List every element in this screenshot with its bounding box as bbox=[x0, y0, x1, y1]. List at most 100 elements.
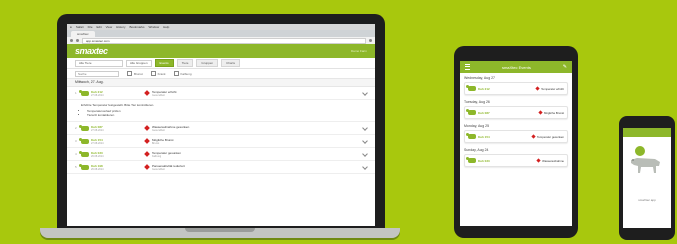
event-row[interactable]: 3 Kuh 154 27.08.2014 Mögliche Brunst Bruns… bbox=[67, 135, 375, 148]
hamburger-menu-icon[interactable] bbox=[465, 64, 470, 70]
farm-selector[interactable]: Demo Farm bbox=[351, 49, 367, 53]
tab-charts[interactable]: Charts bbox=[221, 59, 240, 67]
alert-icon bbox=[536, 158, 541, 163]
tablet-day-group: Wednesday, Aug 27 Kuh 212 Temperatur erh… bbox=[460, 73, 572, 97]
alert-icon bbox=[538, 110, 543, 115]
edit-icon[interactable]: ✎ bbox=[563, 64, 567, 70]
event-date: 26.08.2014 bbox=[91, 167, 104, 171]
animal-name: Kuh 087 bbox=[478, 110, 490, 115]
event-animal: Kuh 212 27.08.2014 bbox=[79, 89, 145, 97]
checkbox-icon[interactable] bbox=[127, 71, 132, 76]
alert-category: Brunst bbox=[152, 141, 160, 145]
app-toolbar: Alle Tiere Alle Gruppen Events Tiere Gru… bbox=[67, 58, 375, 69]
menubar-item[interactable]: View bbox=[106, 25, 112, 29]
cow-icon bbox=[466, 109, 476, 115]
alert-title: Temperatur erhöht bbox=[541, 86, 564, 91]
alert-category: Gesundheit bbox=[152, 167, 165, 171]
tablet-day-group: Sunday, Aug 24 Kuh 033 Wasseraufnahme bbox=[460, 145, 572, 169]
event-animal: Kuh 154 27.08.2014 bbox=[79, 137, 145, 145]
menubar-item[interactable]: File bbox=[88, 25, 93, 29]
menubar-item[interactable]: Window bbox=[148, 25, 159, 29]
cow-icon bbox=[79, 89, 89, 96]
menubar-item[interactable]: History bbox=[116, 25, 125, 29]
filter-bar: Suche Brunst Krank Kalbung bbox=[67, 69, 375, 78]
event-animal: Kuh 033 26.08.2014 bbox=[79, 150, 145, 158]
event-row[interactable]: 2 Kuh 087 27.08.2014 Wasseraufnahme gesun… bbox=[67, 122, 375, 135]
address-bar[interactable]: app.smaxtec.com bbox=[82, 37, 366, 44]
event-card[interactable]: Kuh 154 Temperatur gesunken bbox=[464, 130, 568, 143]
event-alert: Wasseraufnahme gesunken Gesundheit bbox=[144, 125, 367, 132]
event-alert: Temperatur erhöht Gesundheit bbox=[144, 90, 367, 97]
event-row[interactable]: 5 Kuh 198 26.08.2014 Pansenaktivität redu… bbox=[67, 161, 375, 174]
tablet-appbar: smaXtec Events ✎ bbox=[460, 61, 572, 73]
cow-icon bbox=[466, 157, 476, 163]
forward-icon[interactable] bbox=[76, 39, 79, 42]
animal-name: Kuh 212 bbox=[478, 86, 490, 91]
event-animal: Kuh 198 26.08.2014 bbox=[79, 163, 145, 171]
menubar-item[interactable]: Edit bbox=[97, 25, 102, 29]
app-header: smaxtec Demo Farm bbox=[67, 44, 375, 58]
event-date: 27.08.2014 bbox=[91, 141, 104, 145]
browser-tab[interactable]: smaXtec bbox=[71, 31, 95, 37]
event-card[interactable]: Kuh 033 Wasseraufnahme bbox=[464, 154, 568, 167]
tablet-screen: smaXtec Events ✎ Wednesday, Aug 27 Kuh 2… bbox=[460, 56, 572, 226]
alert-icon bbox=[144, 138, 150, 144]
menu-icon[interactable] bbox=[369, 39, 372, 42]
alert-icon bbox=[144, 164, 150, 170]
phone-appbar bbox=[623, 128, 671, 137]
tablet-day-group: Tuesday, Aug 26 Kuh 087 Mögliche Brunst bbox=[460, 97, 572, 121]
animal-name: Kuh 154 bbox=[478, 134, 490, 139]
phone-screen: smaXtec app bbox=[623, 128, 671, 228]
day-heading: Sunday, Aug 24 bbox=[464, 148, 489, 152]
event-row[interactable]: 1 Kuh 212 27.08.2014 Temperatur erhöht Ges… bbox=[67, 87, 375, 100]
menubar-item[interactable]: Safari bbox=[76, 25, 84, 29]
back-icon[interactable] bbox=[70, 39, 73, 42]
alert-category: Gesundheit bbox=[152, 128, 165, 132]
event-date: 27.08.2014 bbox=[91, 93, 104, 97]
alert-icon bbox=[531, 134, 536, 139]
tab-groups[interactable]: Gruppen bbox=[196, 59, 219, 67]
event-row[interactable]: 4 Kuh 033 26.08.2014 Temperatur gesunken K… bbox=[67, 148, 375, 161]
cow-icon bbox=[79, 150, 89, 157]
tab-events[interactable]: Events bbox=[154, 59, 174, 67]
tablet-device: smaXtec Events ✎ Wednesday, Aug 27 Kuh 2… bbox=[454, 46, 578, 238]
cow-illustration-icon bbox=[631, 158, 660, 173]
filter-option[interactable]: Kalbung bbox=[173, 71, 192, 76]
day-heading: Monday, Aug 25 bbox=[464, 124, 490, 128]
tab-animals[interactable]: Tiere bbox=[176, 59, 194, 67]
event-alert: Pansenaktivität reduziert Gesundheit bbox=[144, 164, 367, 171]
cow-icon bbox=[466, 133, 476, 139]
browser-toolbar: app.smaxtec.com bbox=[67, 37, 375, 44]
day-heading: Tuesday, Aug 26 bbox=[464, 100, 490, 104]
filter-option[interactable]: Brunst bbox=[127, 71, 143, 76]
phone-caption: smaXtec app bbox=[638, 198, 656, 202]
group-select[interactable]: Alle Gruppen bbox=[126, 59, 152, 67]
phone-device: smaXtec app bbox=[619, 116, 675, 240]
search-input[interactable]: Suche bbox=[75, 70, 119, 77]
day-heading: Wednesday, Aug 27 bbox=[464, 76, 496, 80]
app-logo[interactable]: smaxtec bbox=[75, 46, 108, 56]
animal-select[interactable]: Alle Tiere bbox=[75, 59, 123, 67]
menubar-item[interactable]: Help bbox=[163, 25, 169, 29]
alert-icon bbox=[144, 151, 150, 157]
event-date: 27.08.2014 bbox=[91, 128, 104, 132]
checkbox-icon[interactable] bbox=[173, 71, 179, 76]
menubar-item[interactable]: Bookmarks bbox=[129, 25, 144, 29]
event-card[interactable]: Kuh 087 Mögliche Brunst bbox=[464, 106, 568, 119]
cow-icon bbox=[79, 163, 89, 170]
detail-text: Erhöhte Temperatur festgestellt. Bitte T… bbox=[81, 103, 155, 107]
event-card[interactable]: Kuh 212 Temperatur erhöht bbox=[464, 82, 568, 95]
alert-title: Temperatur gesunken bbox=[536, 134, 564, 139]
laptop-device: ● Safari File Edit View History Bookmark… bbox=[57, 14, 385, 228]
apple-icon[interactable]: ● bbox=[70, 25, 72, 29]
alert-category: Kalbung bbox=[152, 154, 162, 158]
alert-title: Wasseraufnahme bbox=[542, 158, 564, 163]
event-alert: Temperatur gesunken Kalbung bbox=[144, 151, 367, 158]
tablet-day-group: Monday, Aug 25 Kuh 154 Temperatur gesunk… bbox=[460, 121, 572, 145]
checkbox-icon[interactable] bbox=[150, 71, 156, 76]
filter-option[interactable]: Krank bbox=[150, 71, 166, 76]
browser-tabbar: smaXtec bbox=[67, 30, 375, 37]
tablet-title: smaXtec Events bbox=[501, 64, 531, 70]
alert-icon bbox=[144, 90, 150, 96]
alert-icon bbox=[535, 86, 540, 91]
